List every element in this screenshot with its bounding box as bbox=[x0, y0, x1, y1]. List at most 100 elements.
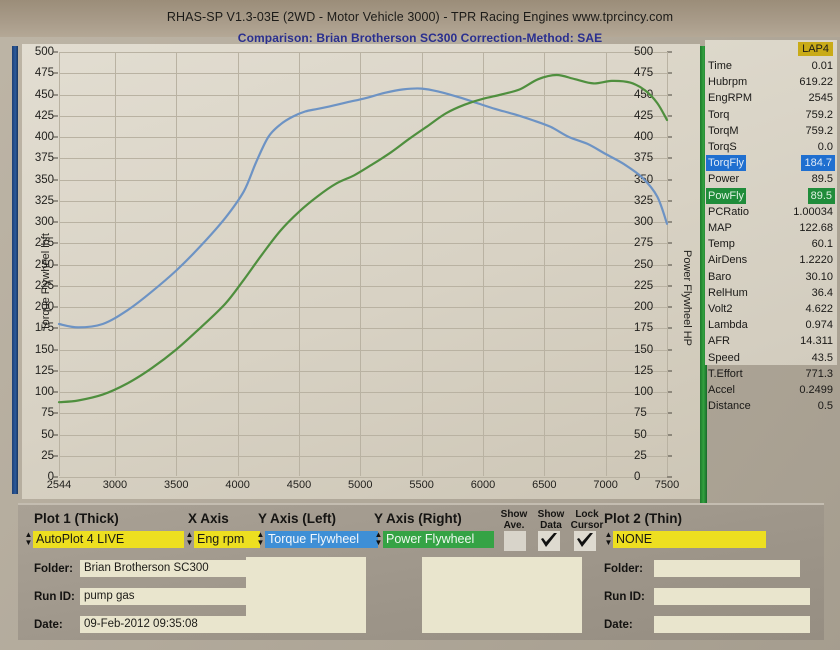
data-row-value: 1.2220 bbox=[799, 254, 833, 267]
y-axis-left-title: Torque Flywheel lbft bbox=[40, 233, 52, 331]
plot2-runid-field[interactable] bbox=[654, 588, 810, 605]
yright-spinner[interactable]: ▲ ▼ bbox=[374, 531, 383, 549]
data-row-name: TorqFly bbox=[706, 155, 747, 172]
xaxis-spinner[interactable]: ▲ ▼ bbox=[185, 531, 194, 549]
plot1-runid-field[interactable]: pump gas bbox=[80, 588, 246, 605]
show-data-checkbox[interactable] bbox=[538, 531, 560, 551]
plot2-spinner[interactable]: ▲ ▼ bbox=[604, 531, 613, 549]
plot1-select[interactable]: AutoPlot 4 LIVE bbox=[33, 531, 184, 548]
data-row-value: 43.5 bbox=[811, 351, 833, 364]
curve-torque-flywheel bbox=[57, 87, 669, 329]
data-row-name: PowFly bbox=[706, 187, 747, 204]
yleft-label: Y Axis (Left) bbox=[258, 511, 337, 526]
data-row[interactable]: AirDens 1.2220 bbox=[705, 252, 837, 268]
data-row[interactable]: EngRPM 2545 bbox=[705, 90, 837, 106]
data-row[interactable]: Accel 0.2499 bbox=[705, 382, 837, 398]
data-row[interactable]: Speed 43.5 bbox=[705, 350, 837, 366]
yright-select[interactable]: Power Flywheel bbox=[383, 531, 494, 548]
data-row-value: 4.622 bbox=[805, 303, 833, 315]
plot1-date-field[interactable]: 09-Feb-2012 09:35:08 bbox=[80, 616, 246, 633]
lock-cursor-label: Lock Cursor bbox=[570, 509, 604, 531]
data-row-value: 2545 bbox=[808, 92, 833, 105]
plot1-runid-label: Run ID: bbox=[34, 591, 75, 603]
show-ave-label: Show Ave. bbox=[500, 509, 528, 531]
data-row[interactable]: TorqS 0.0 bbox=[705, 139, 837, 155]
data-row-name: Power bbox=[708, 173, 740, 186]
data-row[interactable]: Lambda 0.974 bbox=[705, 317, 837, 333]
yleft-select[interactable]: Torque Flywheel bbox=[265, 531, 378, 548]
data-row-value: 0.2499 bbox=[799, 384, 833, 396]
data-row-value: 30.10 bbox=[805, 270, 833, 283]
plot2-date-label: Date: bbox=[604, 619, 633, 631]
data-row-name: TorqS bbox=[708, 141, 737, 153]
data-row-name: T.Effort bbox=[708, 367, 743, 380]
plot2-notes-box[interactable] bbox=[422, 557, 582, 633]
show-ave-checkbox[interactable] bbox=[504, 531, 526, 551]
lock-cursor-checkbox[interactable] bbox=[574, 531, 596, 551]
plot1-folder-field[interactable]: Brian Brotherson SC300 bbox=[80, 560, 246, 577]
data-row[interactable]: Power 89.5 bbox=[705, 171, 837, 187]
data-row-name: TorqM bbox=[708, 124, 739, 137]
data-row-value: 759.2 bbox=[805, 108, 833, 121]
plot2-folder-field[interactable] bbox=[654, 560, 800, 577]
data-row-value: 0.01 bbox=[811, 60, 833, 72]
data-row[interactable]: MAP 122.68 bbox=[705, 220, 837, 236]
xaxis-label: X Axis bbox=[188, 511, 229, 526]
data-row[interactable]: Temp 60.1 bbox=[705, 236, 837, 252]
data-row[interactable]: PCRatio 1.00034 bbox=[705, 204, 837, 220]
plot2-runid-label: Run ID: bbox=[604, 591, 645, 603]
data-row-name: Time bbox=[708, 60, 733, 72]
data-row-value: 0.5 bbox=[817, 400, 833, 413]
data-row-name: Distance bbox=[708, 400, 751, 413]
data-row-name: AFR bbox=[708, 335, 730, 348]
show-data-label: Show Data bbox=[537, 509, 565, 531]
data-row-name: Baro bbox=[708, 270, 732, 283]
data-row[interactable]: Distance 0.5 bbox=[705, 398, 837, 414]
data-row[interactable]: Torq 759.2 bbox=[705, 107, 837, 123]
data-row[interactable]: TorqM 759.2 bbox=[705, 123, 837, 139]
data-row-value: 122.68 bbox=[799, 222, 833, 234]
plot2-folder-label: Folder: bbox=[604, 563, 643, 575]
data-row-name: Hubrpm bbox=[708, 76, 748, 89]
plot2-select[interactable]: NONE bbox=[613, 531, 766, 548]
plot2-date-field[interactable] bbox=[654, 616, 810, 633]
data-row-name: RelHum bbox=[708, 286, 748, 299]
live-data-table: LAP4 Time 0.01 Hubrpm 619.22 EngRPM 2545 Torq 7… bbox=[705, 40, 837, 412]
data-row[interactable]: Volt2 4.622 bbox=[705, 301, 837, 317]
yright-label: Y Axis (Right) bbox=[374, 511, 462, 526]
plot1-notes-box[interactable] bbox=[246, 557, 366, 633]
left-axis-color-bar bbox=[12, 46, 18, 494]
data-row[interactable]: PowFly 89.5 bbox=[705, 187, 837, 204]
lap-header: LAP4 bbox=[798, 42, 833, 56]
data-row-name: Accel bbox=[708, 384, 735, 396]
data-row[interactable]: Time 0.01 bbox=[705, 58, 837, 74]
y-axis-right-title: Power Flywheel HP bbox=[681, 250, 693, 346]
curve-layer bbox=[57, 73, 669, 404]
data-row[interactable]: Hubrpm 619.22 bbox=[705, 74, 837, 90]
data-row-name: Lambda bbox=[708, 319, 748, 332]
data-row-name: EngRPM bbox=[708, 92, 753, 105]
data-row-name: MAP bbox=[708, 222, 732, 234]
data-row-value: 14.311 bbox=[800, 335, 833, 348]
data-row[interactable]: Baro 30.10 bbox=[705, 269, 837, 285]
data-row[interactable]: RelHum 36.4 bbox=[705, 285, 837, 301]
control-panel: Plot 1 (Thick) X Axis Y Axis (Left) Y Ax… bbox=[18, 503, 824, 640]
xaxis-select[interactable]: Eng rpm bbox=[194, 531, 260, 548]
plot1-spinner[interactable]: ▲ ▼ bbox=[24, 531, 33, 549]
curve-power-flywheel bbox=[57, 73, 669, 404]
data-row[interactable]: TorqFly 184.7 bbox=[705, 155, 837, 172]
data-row-name: Temp bbox=[708, 238, 735, 251]
data-row-value: 60.1 bbox=[811, 238, 833, 251]
plot2-label: Plot 2 (Thin) bbox=[604, 511, 682, 526]
data-row-value: 184.7 bbox=[801, 155, 835, 172]
data-row[interactable]: T.Effort 771.3 bbox=[705, 366, 837, 382]
data-row-value: 0.974 bbox=[805, 319, 833, 332]
data-row[interactable]: AFR 14.311 bbox=[705, 333, 837, 349]
yleft-spinner[interactable]: ▲ ▼ bbox=[256, 531, 265, 549]
data-row-value: 771.3 bbox=[805, 367, 833, 380]
data-row-value: 36.4 bbox=[811, 286, 833, 299]
data-row-name: Volt2 bbox=[708, 303, 733, 315]
data-row-name: AirDens bbox=[708, 254, 748, 267]
data-row-name: Torq bbox=[708, 108, 730, 121]
data-row-value: 759.2 bbox=[805, 124, 833, 137]
